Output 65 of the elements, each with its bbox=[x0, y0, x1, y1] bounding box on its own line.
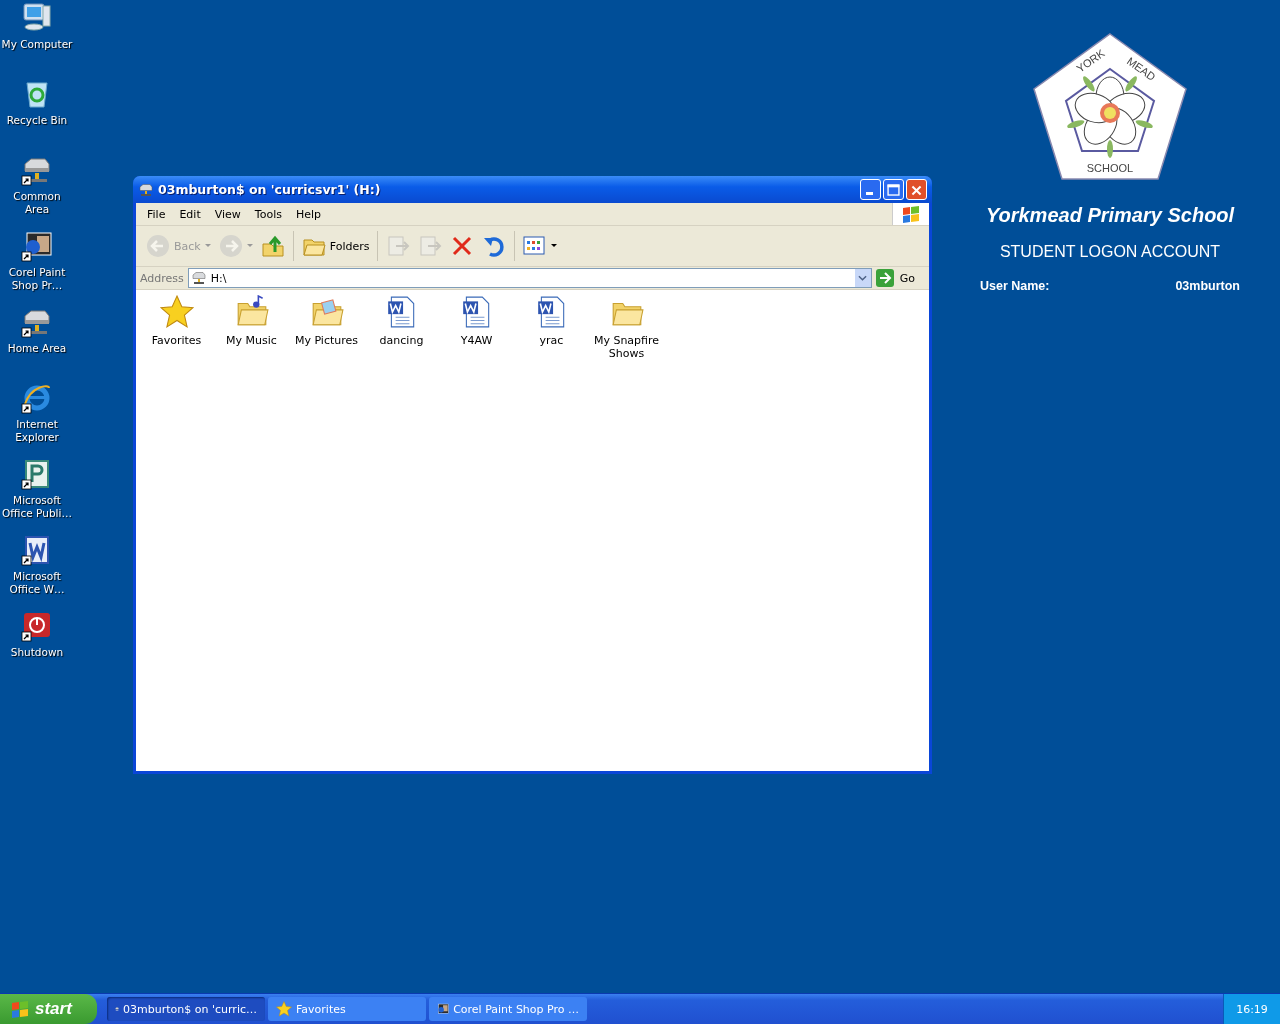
taskbar-button[interactable]: Corel Paint Shop Pro … bbox=[429, 997, 587, 1021]
maximize-button[interactable] bbox=[883, 179, 904, 200]
caret-icon bbox=[246, 244, 253, 248]
forward-icon bbox=[218, 234, 243, 258]
menu-item[interactable]: Tools bbox=[247, 207, 289, 221]
folders-button[interactable]: Folders bbox=[297, 232, 374, 260]
window-title: 03mburton$ on 'curricsvr1' (H:) bbox=[158, 182, 382, 197]
folder-entry[interactable]: My Snapfire Shows bbox=[589, 295, 664, 360]
clock: 16:19 bbox=[1236, 1002, 1268, 1016]
desktop-shortcut[interactable]: Corel Paint Shop Pr… bbox=[0, 230, 74, 306]
school-name: Yorkmead Primary School bbox=[985, 204, 1235, 227]
move-icon bbox=[386, 234, 411, 258]
menu-item[interactable]: File bbox=[140, 207, 173, 221]
shortcut-label: My Computer bbox=[0, 38, 74, 51]
taskbar-button[interactable]: Favorites bbox=[268, 997, 426, 1021]
desktop-shortcut[interactable]: Home Area bbox=[0, 306, 74, 382]
account-heading: STUDENT LOGON ACCOUNT bbox=[999, 243, 1221, 261]
menu-item[interactable]: Help bbox=[288, 207, 329, 221]
arrow-right-icon bbox=[875, 269, 894, 287]
star-icon bbox=[159, 295, 194, 329]
document-entry[interactable]: yrac bbox=[514, 295, 589, 347]
undo-icon bbox=[482, 234, 507, 258]
shortcut-label: Shutdown bbox=[9, 646, 65, 659]
taskbar-button[interactable]: 03mburton$ on 'curric… bbox=[107, 997, 265, 1021]
up-icon bbox=[260, 234, 285, 258]
views-icon bbox=[523, 234, 548, 258]
folder-entry[interactable]: My Music bbox=[214, 295, 289, 347]
caret-icon bbox=[204, 244, 211, 248]
minimize-button[interactable] bbox=[860, 179, 881, 200]
desktop-shortcut[interactable]: Microsoft Office W… bbox=[0, 534, 74, 610]
shortcut-label: Common Area bbox=[12, 190, 62, 216]
menu-item[interactable]: Edit bbox=[172, 207, 208, 221]
document-entry[interactable]: dancing bbox=[364, 295, 439, 347]
document-entry[interactable]: Y4AW bbox=[439, 295, 514, 347]
user-name-value: 03mburton bbox=[1175, 279, 1240, 293]
back-icon bbox=[146, 234, 170, 258]
menu-item[interactable]: View bbox=[207, 207, 248, 221]
desktop-shortcut[interactable]: Recycle Bin bbox=[0, 78, 74, 154]
shortcut-label: Corel Paint Shop Pr… bbox=[7, 266, 67, 292]
favorites-shortcut[interactable]: Favorites bbox=[139, 295, 214, 347]
address-field[interactable]: H:\ bbox=[187, 268, 872, 288]
user-name-label: User Name: bbox=[980, 279, 1050, 293]
minimize-icon bbox=[866, 192, 873, 195]
shortcut-label: Internet Explorer bbox=[14, 418, 60, 444]
address-label: Address bbox=[140, 271, 184, 285]
windows-flag-icon bbox=[901, 205, 921, 223]
windows-flag-icon bbox=[10, 1000, 30, 1018]
paint-program-icon bbox=[437, 1001, 450, 1017]
desktop-shortcut[interactable]: Internet Explorer bbox=[0, 382, 74, 458]
close-button[interactable] bbox=[906, 179, 927, 200]
copy-icon bbox=[418, 234, 443, 258]
chevron-down-icon bbox=[858, 275, 868, 281]
shortcut-label: Microsoft Office W… bbox=[8, 570, 66, 596]
folder-entry[interactable]: My Pictures bbox=[289, 295, 364, 347]
shortcut-label: Home Area bbox=[6, 342, 68, 355]
caret-icon bbox=[551, 244, 558, 248]
desktop-shortcut[interactable]: My Computer bbox=[0, 2, 74, 78]
desktop-shortcut[interactable]: Microsoft Office Publi… bbox=[0, 458, 74, 534]
dropdown-button[interactable] bbox=[854, 269, 871, 287]
star-icon bbox=[276, 1001, 292, 1017]
desktop-shortcut[interactable]: Shutdown bbox=[0, 610, 74, 686]
shortcut-label: Recycle Bin bbox=[5, 114, 69, 127]
desktop-shortcut[interactable]: Common Area bbox=[0, 154, 74, 230]
go-button[interactable]: Go bbox=[875, 269, 925, 287]
shortcut-label: Microsoft Office Publi… bbox=[1, 494, 73, 520]
